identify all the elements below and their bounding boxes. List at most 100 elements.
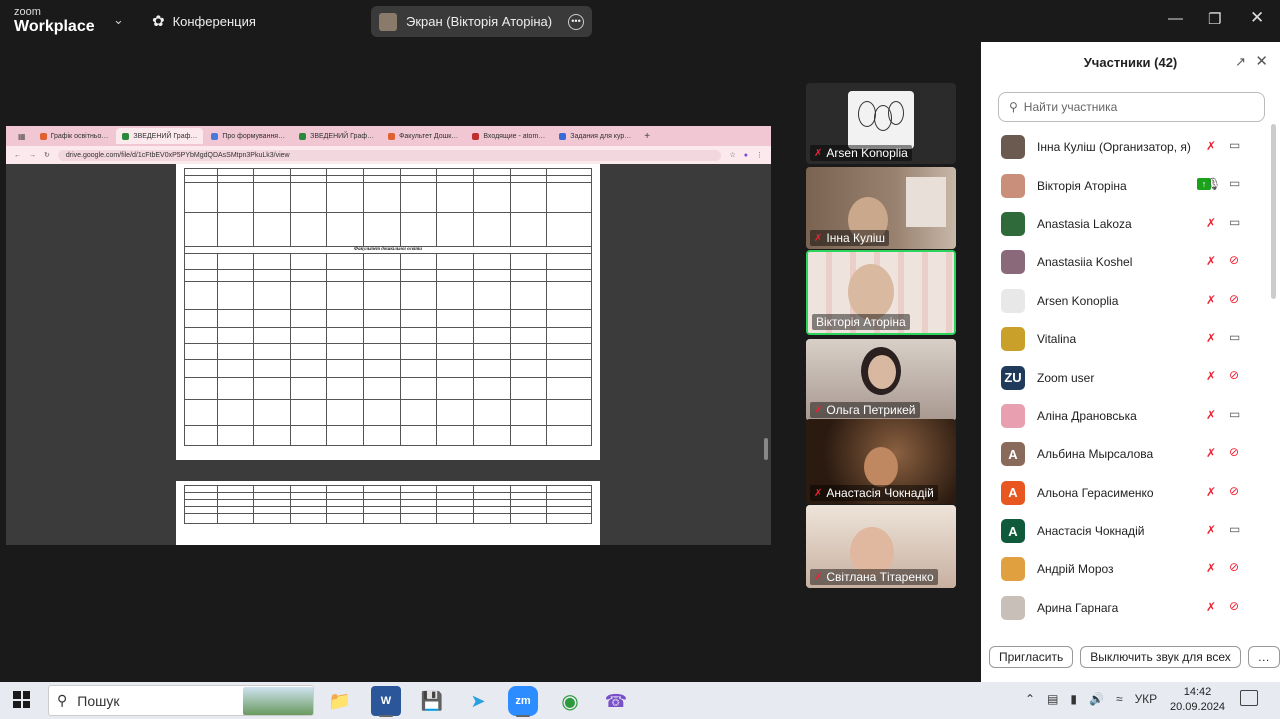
participant-list-scrollbar[interactable] bbox=[1271, 124, 1276, 299]
storage-icon[interactable]: ▤ bbox=[1047, 692, 1058, 706]
volume-icon[interactable]: 🔊 bbox=[1089, 692, 1104, 706]
chevron-up-icon[interactable]: ⌃ bbox=[1025, 692, 1035, 706]
camera-icon[interactable]: ▭ bbox=[1229, 215, 1240, 229]
participant-row[interactable]: Андрій Мороз ✗ ⊘ bbox=[981, 550, 1271, 588]
participant-avatar bbox=[1001, 557, 1025, 582]
participant-row[interactable]: А Альбина Мырсалова ✗ ⊘ bbox=[981, 435, 1271, 473]
more-options-icon[interactable]: ••• bbox=[568, 13, 584, 30]
video-tile[interactable]: ✗ Світлана Тітаренко bbox=[806, 505, 956, 588]
zoom-logo[interactable]: zoom Workplace bbox=[14, 7, 95, 35]
close-panel-icon[interactable]: ✕ bbox=[1255, 52, 1268, 70]
browser-tab[interactable]: Про формування… bbox=[205, 128, 291, 144]
chrome-icon[interactable]: ◉ bbox=[555, 686, 585, 716]
viber-icon[interactable]: ☎ bbox=[601, 686, 631, 716]
stage-scrollbar[interactable] bbox=[764, 438, 768, 460]
chevron-down-icon[interactable]: ⌄ bbox=[113, 12, 124, 28]
url-field[interactable]: drive.google.com/file/d/1cFtbEV0xP5PYbMg… bbox=[57, 149, 722, 161]
new-tab-icon[interactable]: + bbox=[639, 131, 655, 142]
browser-tab[interactable]: Графік освітньо… bbox=[34, 128, 115, 144]
browser-tab-active[interactable]: ЗВЕДЕНИЙ Граф… bbox=[116, 128, 204, 144]
word-icon[interactable]: W bbox=[371, 686, 401, 717]
invite-button[interactable]: Пригласить bbox=[989, 646, 1074, 668]
participant-row[interactable]: Вікторія Аторіна ↑ 🎙 ▭ bbox=[981, 166, 1271, 204]
video-tile[interactable]: ✗ Arsen Konoplia bbox=[806, 83, 956, 164]
file-explorer-icon[interactable]: 📁 bbox=[325, 686, 355, 716]
camera-off-icon[interactable]: ⊘ bbox=[1229, 560, 1239, 574]
camera-off-icon[interactable]: ⊘ bbox=[1229, 599, 1239, 613]
windows-start-icon[interactable] bbox=[13, 691, 30, 708]
participant-row[interactable]: Anastasiia Koshel ✗ ⊘ bbox=[981, 243, 1271, 281]
more-button[interactable]: … bbox=[1247, 646, 1280, 668]
bookmark-star-icon[interactable]: ☆ bbox=[729, 151, 735, 159]
video-tile-active-speaker[interactable]: Вікторія Аторіна bbox=[806, 250, 956, 335]
taskbar-search-input[interactable]: ⚲ Пошук bbox=[48, 685, 314, 716]
camera-off-icon[interactable]: ⊘ bbox=[1229, 292, 1239, 306]
camera-off-icon[interactable]: ⊘ bbox=[1229, 484, 1239, 498]
screen-share-indicator[interactable]: Экран (Вікторія Аторіна) ••• bbox=[371, 6, 592, 37]
popout-icon[interactable]: ↗ bbox=[1235, 54, 1246, 70]
maximize-icon[interactable]: ❐ bbox=[1208, 10, 1221, 28]
browser-tab[interactable]: Входящие - atom… bbox=[466, 128, 551, 144]
muted-mic-icon[interactable]: ✗ bbox=[1206, 369, 1216, 383]
tab-search-icon[interactable]: ▦ bbox=[12, 132, 32, 141]
muted-mic-icon[interactable]: ✗ bbox=[1206, 485, 1216, 499]
close-icon[interactable]: ✕ bbox=[1250, 8, 1264, 28]
camera-icon[interactable]: ▭ bbox=[1229, 176, 1240, 190]
mute-all-button[interactable]: Выключить звук для всех bbox=[1080, 646, 1241, 668]
participant-row[interactable]: ZU Zoom user ✗ ⊘ bbox=[981, 358, 1271, 396]
camera-icon[interactable]: ▭ bbox=[1229, 138, 1240, 152]
participant-row[interactable]: А Анастасія Чокнадій ✗ ▭ bbox=[981, 512, 1271, 550]
meeting-info-button[interactable]: ✿ Конференция bbox=[152, 12, 256, 30]
muted-mic-icon[interactable]: ✗ bbox=[1206, 561, 1216, 575]
meeting-label: Конференция bbox=[172, 13, 256, 29]
participant-row[interactable]: Арина Гарнага ✗ ⊘ bbox=[981, 589, 1271, 624]
participant-row[interactable]: Інна Куліш (Организатор, я) ✗ ▭ bbox=[981, 128, 1271, 166]
video-tile[interactable]: ✗ Ольга Петрикей bbox=[806, 339, 956, 421]
muted-mic-icon[interactable]: ✗ bbox=[1206, 446, 1216, 460]
language-indicator[interactable]: УКР bbox=[1135, 692, 1158, 706]
notifications-icon[interactable] bbox=[1240, 690, 1258, 706]
participant-row[interactable]: Vitalina ✗ ▭ bbox=[981, 320, 1271, 358]
forward-icon[interactable]: → bbox=[29, 152, 36, 159]
participant-row[interactable]: Аліна Драновська ✗ ▭ bbox=[981, 397, 1271, 435]
muted-mic-icon[interactable]: ✗ bbox=[1206, 523, 1216, 537]
participant-name: Anastasiia Koshel bbox=[1037, 255, 1133, 270]
muted-mic-icon[interactable]: ✗ bbox=[1206, 254, 1216, 268]
muted-mic-icon[interactable]: ✗ bbox=[1206, 600, 1216, 614]
participant-name: Вікторія Аторіна bbox=[1037, 178, 1127, 193]
save-disk-icon[interactable]: 💾 bbox=[417, 686, 447, 716]
muted-mic-icon[interactable]: ✗ bbox=[1206, 216, 1216, 230]
browser-tab[interactable]: ЗВЕДЕНИЙ Граф… bbox=[293, 128, 380, 144]
minimize-icon[interactable]: — bbox=[1168, 10, 1183, 27]
camera-off-icon[interactable]: ⊘ bbox=[1229, 445, 1239, 459]
participant-row[interactable]: Arsen Konoplia ✗ ⊘ bbox=[981, 282, 1271, 320]
video-tile[interactable]: ✗ Анастасія Чокнадій bbox=[806, 419, 956, 504]
camera-icon[interactable]: ▭ bbox=[1229, 522, 1240, 536]
tab-label: ЗВЕДЕНИЙ Граф… bbox=[133, 132, 198, 140]
browser-tab[interactable]: Задания для кур… bbox=[553, 128, 637, 144]
telegram-icon[interactable]: ➤ bbox=[463, 686, 493, 716]
camera-off-icon[interactable]: ⊘ bbox=[1229, 253, 1239, 267]
participant-row[interactable]: Anastasia Lakoza ✗ ▭ bbox=[981, 205, 1271, 243]
participant-avatar bbox=[1001, 288, 1025, 313]
video-tile[interactable]: ✗ Інна Куліш bbox=[806, 167, 956, 249]
zoom-icon[interactable]: zm bbox=[508, 686, 538, 717]
participant-row[interactable]: А Альона Герасименко ✗ ⊘ bbox=[981, 474, 1271, 512]
muted-mic-icon[interactable]: ✗ bbox=[1206, 293, 1216, 307]
mic-on-icon[interactable]: 🎙 bbox=[1206, 177, 1221, 191]
camera-off-icon[interactable]: ⊘ bbox=[1229, 368, 1239, 382]
participant-search-input[interactable]: ⚲ Найти участника bbox=[998, 92, 1265, 122]
menu-icon[interactable]: ⋮ bbox=[756, 151, 763, 159]
profile-icon[interactable]: ● bbox=[744, 152, 748, 159]
wifi-icon[interactable]: ≈ bbox=[1116, 692, 1123, 706]
taskbar-clock[interactable]: 14:42 20.09.2024 bbox=[1170, 685, 1225, 715]
browser-tab[interactable]: Факультет Дошк… bbox=[382, 128, 464, 144]
camera-icon[interactable]: ▭ bbox=[1229, 330, 1240, 344]
camera-icon[interactable]: ▭ bbox=[1229, 407, 1240, 421]
back-icon[interactable]: ← bbox=[14, 152, 21, 159]
muted-mic-icon[interactable]: ✗ bbox=[1206, 139, 1216, 153]
muted-mic-icon[interactable]: ✗ bbox=[1206, 331, 1216, 345]
battery-icon[interactable]: ▮ bbox=[1070, 692, 1077, 706]
muted-mic-icon[interactable]: ✗ bbox=[1206, 408, 1216, 422]
reload-icon[interactable]: ↻ bbox=[44, 151, 50, 159]
